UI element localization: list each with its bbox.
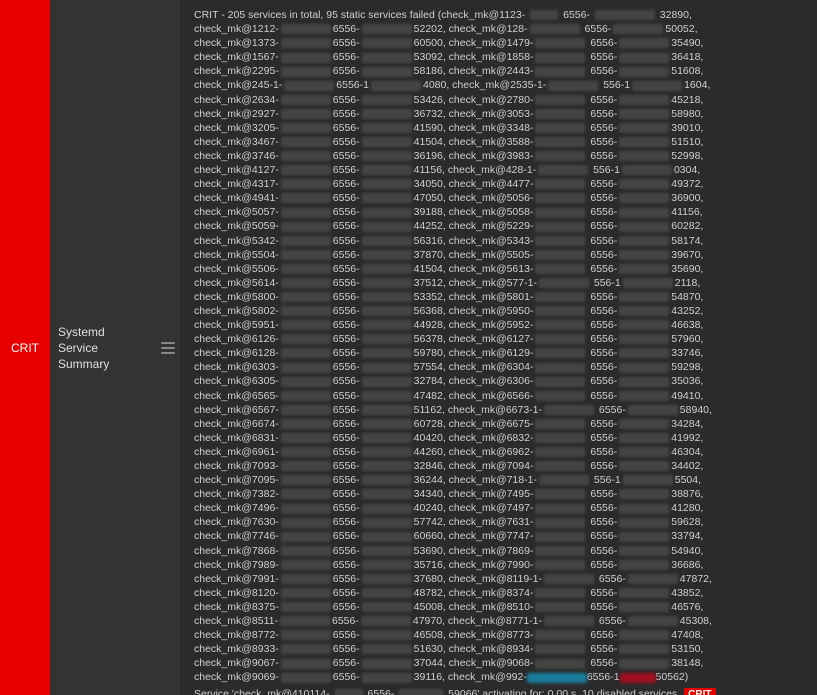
service-row: check_mk@8933-6556-51630, check_mk@8934-… [194, 642, 807, 656]
summary-cell: CRIT - 205 services in total, 95 static … [180, 0, 817, 695]
service-row: check_mk@245-1-6556-14080, check_mk@2535… [194, 78, 807, 92]
service-row: check_mk@6674-6556-60728, check_mk@6675-… [194, 417, 807, 431]
service-row: check_mk@6565-6556-47482, check_mk@6566-… [194, 389, 807, 403]
service-row: check_mk@5059-6556-44252, check_mk@5229-… [194, 219, 807, 233]
service-cell: Systemd Service Summary [50, 0, 156, 695]
service-row: check_mk@2295-6556-58186, check_mk@2443-… [194, 64, 807, 78]
service-row: check_mk@9069-6556-39116, check_mk@992-6… [194, 670, 807, 684]
service-row: check_mk@6305-6556-32784, check_mk@6306-… [194, 374, 807, 388]
service-row: check_mk@4317-6556-34050, check_mk@4477-… [194, 177, 807, 191]
service-row: check_mk@7496-6556-40240, check_mk@7497-… [194, 501, 807, 515]
service-row: check_mk@1373-6556-60500, check_mk@1479-… [194, 36, 807, 50]
service-row: check_mk@8375-6556-45008, check_mk@8510-… [194, 600, 807, 614]
service-row: check_mk@6961-6556-44260, check_mk@6962-… [194, 445, 807, 459]
burger-menu-icon[interactable] [161, 342, 175, 354]
service-row: check_mk@7093-6556-32846, check_mk@7094-… [194, 459, 807, 473]
service-row: check_mk@5951-6556-44928, check_mk@5952-… [194, 318, 807, 332]
service-row: check_mk@5342-6556-56316, check_mk@5343-… [194, 234, 807, 248]
service-row: check_mk@2927-6556-36732, check_mk@3053-… [194, 107, 807, 121]
service-row: check_mk@1567-6556-53092, check_mk@1858-… [194, 50, 807, 64]
service-row: check_mk@7746-6556-60660, check_mk@7747-… [194, 529, 807, 543]
service-row: check_mk@4127-6556-41156, check_mk@428-1… [194, 163, 807, 177]
service-row: check_mk@7991-6556-37680, check_mk@8119-… [194, 572, 807, 586]
service-row: check_mk@6303-6556-57554, check_mk@6304-… [194, 360, 807, 374]
service-row: check_mk@5802-6556-56368, check_mk@5950-… [194, 304, 807, 318]
service-row: check_mk@5506-6556-41504, check_mk@5613-… [194, 262, 807, 276]
service-row: check_mk@7989-6556-35716, check_mk@7990-… [194, 558, 807, 572]
summary-header: CRIT - 205 services in total, 95 static … [194, 8, 807, 22]
service-row: check_mk@8772-6556-46508, check_mk@8773-… [194, 628, 807, 642]
service-row: check_mk@5057-6556-39188, check_mk@5058-… [194, 205, 807, 219]
service-row: check_mk@7095-6556-36244, check_mk@718-1… [194, 473, 807, 487]
status-badge: CRIT [11, 341, 39, 355]
actions-cell [156, 0, 180, 695]
service-row: check_mk@8120-6556-48782, check_mk@8374-… [194, 586, 807, 600]
service-row: check_mk@7868-6556-53690, check_mk@7869-… [194, 544, 807, 558]
service-row: check_mk@1212-6556-52202, check_mk@128- … [194, 22, 807, 36]
service-row: check_mk@5614-6556-37512, check_mk@577-1… [194, 276, 807, 290]
service-row: check_mk@6567-6556-51162, check_mk@6673-… [194, 403, 807, 417]
crit-badge: CRIT [684, 688, 715, 695]
service-row: check_mk@9067-6556-37044, check_mk@9068-… [194, 656, 807, 670]
service-name: Systemd Service Summary [58, 324, 148, 372]
status-cell: CRIT [0, 0, 50, 695]
service-row: check_mk@6831-6556-40420, check_mk@6832-… [194, 431, 807, 445]
service-row: check_mk@5800-6556-53352, check_mk@5801-… [194, 290, 807, 304]
service-rows-container: check_mk@1212-6556-52202, check_mk@128- … [194, 22, 807, 684]
service-row: check_mk@7382-6556-34340, check_mk@7495-… [194, 487, 807, 501]
service-row: check_mk@6128-6556-59780, check_mk@6129-… [194, 346, 807, 360]
service-row: check_mk@4941-6556-47050, check_mk@5056-… [194, 191, 807, 205]
service-row: check_mk@2634-6556-53426, check_mk@2780-… [194, 93, 807, 107]
footer-line: Service 'check_mk@410114- 6556- 59066' a… [194, 687, 807, 695]
service-row: check_mk@8511-6556-47970, check_mk@8771-… [194, 614, 807, 628]
service-row: check_mk@3746-6556-36196, check_mk@3983-… [194, 149, 807, 163]
service-row: check_mk@5504-6556-37870, check_mk@5505-… [194, 248, 807, 262]
service-row: check_mk@7630-6556-57742, check_mk@7631-… [194, 515, 807, 529]
service-row: check_mk@3467-6556-41504, check_mk@3588-… [194, 135, 807, 149]
service-row: check_mk@6126-6556-56378, check_mk@6127-… [194, 332, 807, 346]
service-row: check_mk@3205-6556-41590, check_mk@3348-… [194, 121, 807, 135]
